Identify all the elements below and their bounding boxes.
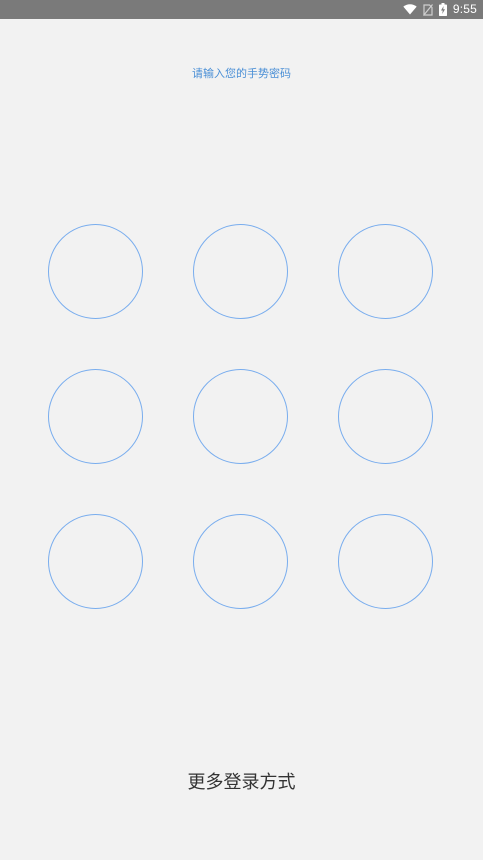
gesture-prompt: 请输入您的手势密码 bbox=[192, 67, 291, 80]
gesture-dot-2[interactable] bbox=[193, 224, 288, 319]
status-bar: 9:55 bbox=[0, 0, 483, 19]
gesture-dot-7[interactable] bbox=[48, 514, 143, 609]
gesture-dot-1[interactable] bbox=[48, 224, 143, 319]
gesture-dot-9[interactable] bbox=[338, 514, 433, 609]
no-sim-icon bbox=[422, 3, 433, 16]
more-login-options-link[interactable]: 更多登录方式 bbox=[0, 770, 483, 796]
gesture-pattern-grid[interactable] bbox=[48, 224, 436, 612]
battery-charging-icon bbox=[438, 3, 447, 16]
status-icons: 9:55 bbox=[403, 0, 477, 19]
wifi-icon bbox=[403, 4, 417, 15]
gesture-dot-8[interactable] bbox=[193, 514, 288, 609]
gesture-dot-5[interactable] bbox=[193, 369, 288, 464]
gesture-dot-3[interactable] bbox=[338, 224, 433, 319]
gesture-dot-6[interactable] bbox=[338, 369, 433, 464]
status-time: 9:55 bbox=[452, 2, 477, 16]
gesture-dot-4[interactable] bbox=[48, 369, 143, 464]
